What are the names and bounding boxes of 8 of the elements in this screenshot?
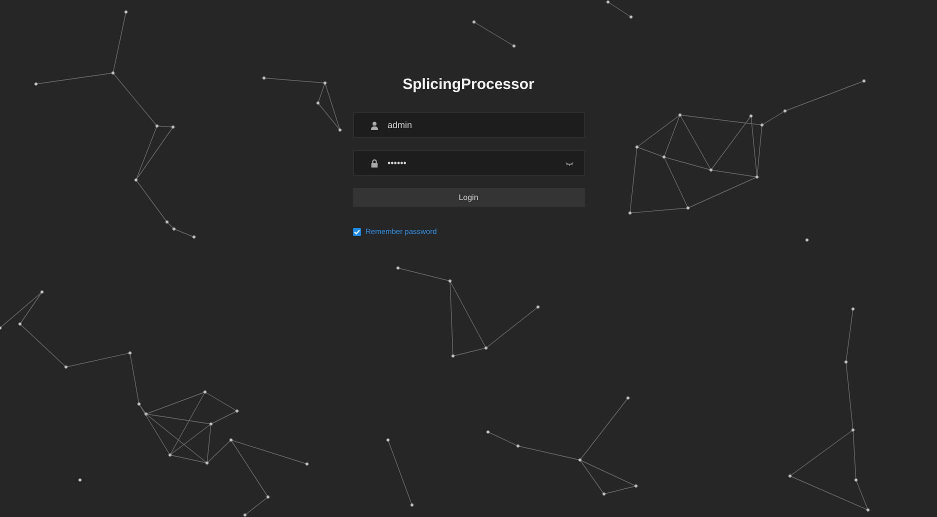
lock-icon xyxy=(370,158,378,168)
username-value: admin xyxy=(388,120,414,130)
app-title: SplicingProcessor xyxy=(402,76,536,93)
username-field[interactable]: admin xyxy=(352,112,584,138)
password-field[interactable]: •••••• xyxy=(352,150,584,176)
login-button[interactable]: Login xyxy=(352,188,584,207)
user-icon xyxy=(370,120,378,130)
password-value: •••••• xyxy=(388,158,408,168)
